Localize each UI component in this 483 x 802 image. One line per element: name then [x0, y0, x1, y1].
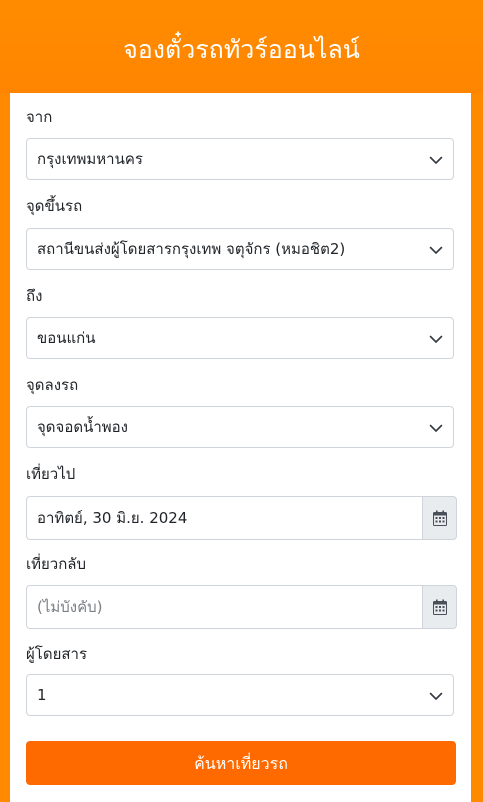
return-calendar-button[interactable] — [422, 585, 457, 629]
to-value: ขอนแก่น — [37, 329, 96, 347]
from-select[interactable]: กรุงเทพมหานคร — [26, 138, 454, 180]
from-label: จาก — [26, 108, 53, 126]
calendar-icon — [433, 599, 447, 615]
dropoff-value: จุดจอดน้ำพอง — [37, 418, 128, 436]
depart-date-field[interactable]: อาทิตย์, 30 มิ.ย. 2024 — [26, 496, 422, 540]
return-date-placeholder: (ไม่บังคับ) — [37, 598, 103, 616]
chevron-down-icon — [429, 246, 443, 254]
pickup-select[interactable]: สถานีขนส่งผู้โดยสารกรุงเทพ จตุจักร (หมอช… — [26, 228, 454, 270]
search-trips-button[interactable]: ค้นหาเที่ยวรถ — [26, 741, 456, 785]
booking-form: จาก กรุงเทพมหานคร จุดขึ้นรถ สถานีขนส่งผู… — [10, 93, 471, 802]
page-title: จองตั๋วรถทัวร์ออนไลน์ — [123, 35, 360, 64]
return-label: เที่ยวกลับ — [26, 555, 87, 573]
chevron-down-icon — [429, 156, 443, 164]
to-select[interactable]: ขอนแก่น — [26, 317, 454, 359]
chevron-down-icon — [429, 692, 443, 700]
to-label: ถึง — [26, 287, 43, 305]
from-value: กรุงเทพมหานคร — [37, 150, 143, 168]
depart-date-input[interactable]: อาทิตย์, 30 มิ.ย. 2024 — [26, 496, 457, 540]
calendar-icon — [433, 510, 447, 526]
passengers-value: 1 — [37, 686, 47, 704]
depart-date-value: อาทิตย์, 30 มิ.ย. 2024 — [37, 509, 188, 527]
depart-label: เที่ยวไป — [26, 465, 76, 483]
page-header: จองตั๋วรถทัวร์ออนไลน์ — [0, 0, 483, 93]
chevron-down-icon — [429, 335, 443, 343]
pickup-label: จุดขึ้นรถ — [26, 197, 83, 215]
passengers-select[interactable]: 1 — [26, 674, 454, 716]
pickup-value: สถานีขนส่งผู้โดยสารกรุงเทพ จตุจักร (หมอช… — [37, 240, 346, 258]
depart-calendar-button[interactable] — [422, 496, 457, 540]
dropoff-select[interactable]: จุดจอดน้ำพอง — [26, 406, 454, 448]
chevron-down-icon — [429, 424, 443, 432]
dropoff-label: จุดลงรถ — [26, 376, 79, 394]
passengers-label: ผู้โดยสาร — [26, 645, 88, 663]
return-date-field[interactable]: (ไม่บังคับ) — [26, 585, 422, 629]
return-date-input[interactable]: (ไม่บังคับ) — [26, 585, 457, 629]
